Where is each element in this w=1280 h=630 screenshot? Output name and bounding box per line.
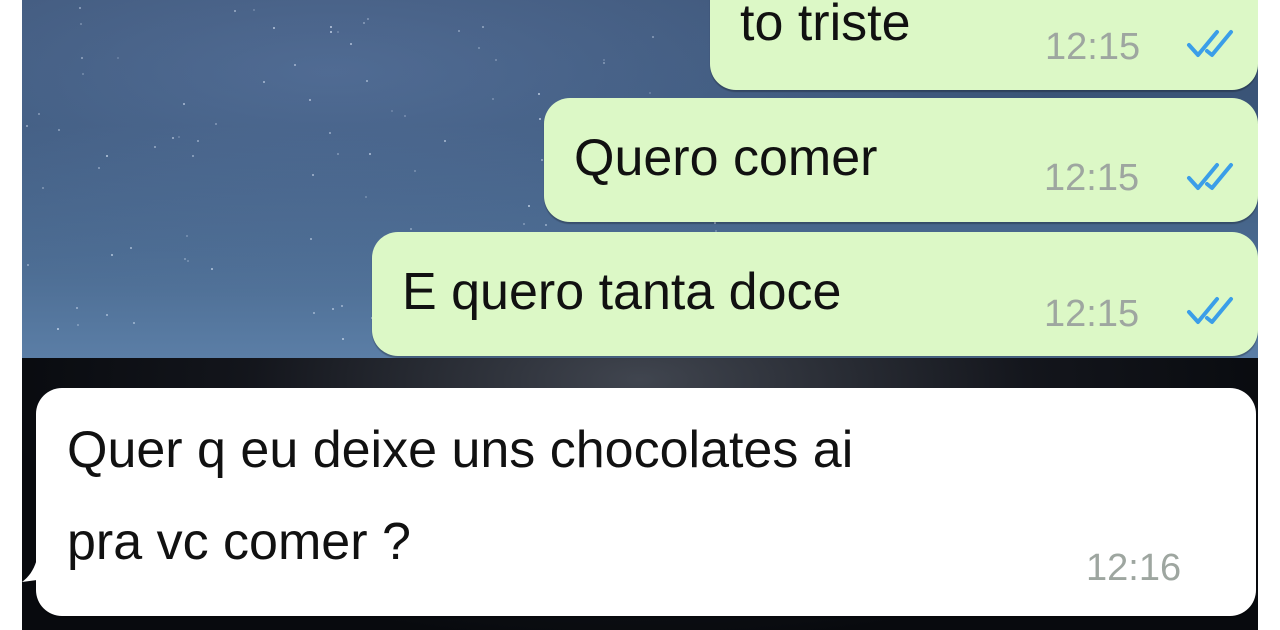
wallpaper-star: [172, 137, 174, 139]
wallpaper-star: [215, 123, 217, 125]
message-timestamp: 12:15: [1044, 293, 1140, 335]
wallpaper-star: [649, 92, 651, 94]
message-text-line-1: Quer q eu deixe uns chocolates ai: [67, 421, 854, 479]
wallpaper-star: [38, 113, 40, 115]
wallpaper-star: [26, 125, 28, 127]
wallpaper-star: [603, 62, 605, 64]
wallpaper-star: [414, 170, 416, 172]
wallpaper-star: [528, 205, 530, 207]
wallpaper-star: [523, 223, 525, 225]
wallpaper-star: [330, 26, 332, 28]
wallpaper-star: [117, 57, 119, 59]
wallpaper-star: [77, 324, 79, 326]
wallpaper-star: [187, 260, 189, 262]
wallpaper-star: [482, 26, 484, 28]
double-check-icon: [1187, 30, 1233, 57]
wallpaper-star: [98, 167, 100, 169]
wallpaper-star: [81, 57, 83, 59]
message-bubble-outgoing[interactable]: to triste 12:15: [710, 0, 1258, 90]
wallpaper-star: [106, 314, 108, 316]
wallpaper-star: [330, 31, 332, 33]
wallpaper-star: [337, 31, 339, 33]
wallpaper-star: [58, 129, 60, 131]
wallpaper-star: [539, 118, 541, 120]
wallpaper-star: [79, 7, 81, 9]
wallpaper-star: [80, 23, 82, 25]
wallpaper-star: [192, 155, 194, 157]
wallpaper-star: [391, 110, 393, 112]
message-bubble-outgoing[interactable]: E quero tanta doce 12:15: [372, 232, 1258, 356]
message-text: Quero comer: [574, 129, 878, 187]
wallpaper-star: [545, 224, 547, 226]
wallpaper-star: [332, 308, 334, 310]
wallpaper-star: [329, 132, 331, 134]
chat-screen: to triste 12:15 Quero comer 12:15 E quer…: [22, 0, 1258, 630]
wallpaper-star: [273, 27, 275, 29]
message-text: to triste: [740, 0, 911, 52]
wallpaper-star: [404, 115, 406, 117]
wallpaper-star: [106, 155, 108, 157]
wallpaper-star: [350, 43, 352, 45]
wallpaper-star: [363, 22, 365, 24]
message-bubble-incoming[interactable]: Quer q eu deixe uns chocolates ai pra vc…: [36, 388, 1256, 616]
wallpaper-star: [42, 187, 44, 189]
wallpaper-star: [310, 238, 312, 240]
wallpaper-star: [538, 93, 540, 95]
message-text: E quero tanta doce: [402, 263, 842, 321]
wallpaper-star: [541, 159, 543, 161]
wallpaper-star: [444, 140, 446, 142]
message-timestamp: 12:15: [1044, 157, 1140, 199]
wallpaper-star: [234, 10, 236, 12]
wallpaper-star: [111, 254, 113, 256]
wallpaper-star: [57, 328, 59, 330]
wallpaper-star: [186, 235, 188, 237]
wallpaper-star: [211, 268, 213, 270]
wallpaper-star: [312, 174, 314, 176]
wallpaper-star: [369, 153, 371, 155]
wallpaper-star: [183, 103, 185, 105]
wallpaper-star: [367, 18, 369, 20]
wallpaper-star: [313, 312, 315, 314]
wallpaper-star: [341, 305, 343, 307]
wallpaper-star: [197, 140, 199, 142]
wallpaper-star: [154, 146, 156, 148]
bubble-tail: [22, 532, 52, 582]
wallpaper-star: [309, 99, 311, 101]
wallpaper-star: [337, 153, 339, 155]
wallpaper-star: [76, 307, 78, 309]
wallpaper-star: [178, 136, 180, 138]
message-text-line-2: pra vc comer ?: [67, 513, 411, 571]
wallpaper-star: [184, 258, 186, 260]
wallpaper-star: [492, 98, 494, 100]
wallpaper-star: [365, 196, 367, 198]
wallpaper-star: [253, 9, 255, 11]
wallpaper-star: [495, 59, 497, 61]
double-check-icon: [1187, 297, 1233, 324]
wallpaper-star: [603, 59, 605, 61]
wallpaper-star: [263, 81, 265, 83]
double-check-icon: [1187, 163, 1233, 190]
wallpaper-star: [478, 47, 480, 49]
wallpaper-star: [714, 222, 716, 224]
message-bubble-outgoing[interactable]: Quero comer 12:15: [544, 98, 1258, 222]
wallpaper-star: [342, 338, 344, 340]
wallpaper-star: [410, 228, 412, 230]
wallpaper-star: [27, 264, 29, 266]
wallpaper-star: [652, 36, 654, 38]
wallpaper-star: [82, 73, 84, 75]
wallpaper-star: [458, 30, 460, 32]
wallpaper-star: [294, 64, 296, 66]
message-timestamp: 12:15: [1045, 26, 1141, 68]
wallpaper-star: [130, 247, 132, 249]
wallpaper-star: [366, 80, 368, 82]
message-timestamp: 12:16: [1086, 547, 1182, 589]
wallpaper-star: [133, 322, 135, 324]
